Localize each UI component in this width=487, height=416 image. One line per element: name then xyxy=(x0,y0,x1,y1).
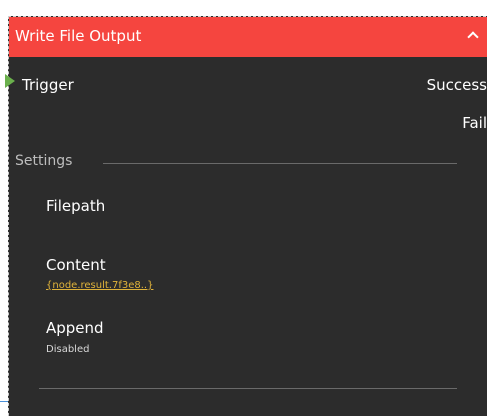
settings-section-header: Settings xyxy=(15,153,457,171)
workflow-canvas: Write File Output Trigger Success Fail S… xyxy=(0,0,487,416)
write-file-output-node[interactable]: Write File Output Trigger Success Fail S… xyxy=(5,16,487,416)
node-header[interactable]: Write File Output xyxy=(9,17,487,57)
trigger-port-label: Trigger xyxy=(22,76,74,94)
fail-port-label[interactable]: Fail xyxy=(462,114,487,132)
settings-label: Settings xyxy=(15,153,73,169)
chevron-up-icon[interactable] xyxy=(467,31,479,43)
append-field-label[interactable]: Append xyxy=(46,319,104,337)
node-title: Write File Output xyxy=(15,27,142,45)
settings-divider xyxy=(103,163,457,164)
content-field-label[interactable]: Content xyxy=(46,256,106,274)
append-field-value[interactable]: Disabled xyxy=(46,344,89,355)
section-divider xyxy=(39,388,457,389)
success-port-label[interactable]: Success xyxy=(427,76,487,94)
trigger-port-icon[interactable] xyxy=(5,74,15,88)
filepath-field-label[interactable]: Filepath xyxy=(46,197,105,215)
content-field-value[interactable]: {node.result.7f3e8..} xyxy=(46,280,153,291)
